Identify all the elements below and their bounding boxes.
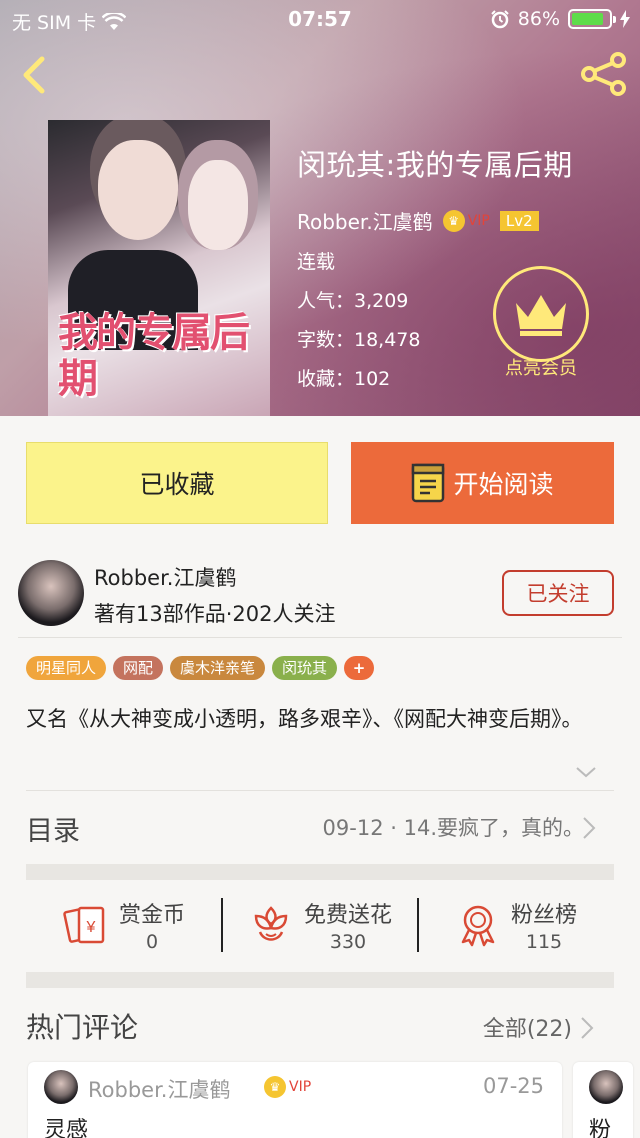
cover-figure-left [98,140,178,240]
send-flower-value: 330 [329,931,367,953]
follow-button[interactable]: 已关注 [502,570,614,616]
member-label: 点亮会员 [505,358,577,379]
comment-card[interactable]: Robber.江虞鹤 ♛ VIP 07-25 灵感 [28,1062,562,1138]
share-icon [581,52,626,96]
add-tag-button[interactable]: + [344,656,375,680]
reward-coins-label: 赏金币 [118,903,185,928]
collect-button[interactable]: 已收藏 [26,442,328,524]
comment-date: 07-25 [482,1074,544,1098]
tag[interactable]: 虞木洋亲笔 [170,656,266,680]
reward-coins-value: 0 [145,931,159,953]
chevron-right-icon[interactable] [580,1016,594,1040]
red-envelope-icon: ¥ [63,906,105,944]
crown-icon: ♛ [442,209,465,232]
section-separator [26,864,614,880]
latest-chapter[interactable]: 09-12 · 14.要疯了，真的。 [323,812,584,842]
catalog-row[interactable]: 目录 09-12 · 14.要疯了，真的。 [26,794,614,862]
book-author-row: Robber.江虞鹤 ♛ VIP Lv2 [297,206,573,235]
divider [26,790,614,791]
book-title: 闵玧其:我的专属后期 [297,148,573,182]
battery-icon [568,9,616,29]
tag[interactable]: 闵玧其 [272,656,338,680]
fan-ranking-button[interactable]: 粉丝榜 115 [418,880,614,970]
reward-coins-button[interactable]: ¥ 赏金币 0 [26,880,222,970]
back-button[interactable] [18,55,54,95]
section-separator [26,972,614,988]
vip-label: VIP [289,1079,312,1095]
crown-icon [516,295,566,336]
author-name[interactable]: Robber.江虞鹤 [94,562,236,592]
svg-text:¥: ¥ [86,919,96,936]
hot-comments-label: 热门评论 [26,1011,139,1044]
share-button[interactable] [580,52,628,96]
member-button[interactable]: 点亮会员 [492,266,590,384]
all-comments-link[interactable]: 全部(22) [483,1011,572,1043]
alarm-icon [491,10,509,29]
comment-card[interactable]: 粉 [573,1062,633,1138]
collect-label: 已收藏 [139,470,215,499]
cover-figure-right [188,160,248,250]
hot-comments-header: 热门评论 全部(22) [26,1002,614,1048]
chevron-down-icon[interactable] [574,764,598,780]
separator [417,898,419,952]
fan-ranking-value: 115 [525,931,563,953]
author-card[interactable]: Robber.江虞鹤 著有13部作品·202人关注 已关注 [18,558,622,638]
comment-author[interactable]: Robber.江虞鹤 [88,1074,230,1104]
member-crown-circle [493,266,589,362]
avatar[interactable] [44,1070,78,1104]
book-header: 无 SIM 卡 07:57 86% 我的专属后期 闵玧其:我的专属后期 Robb… [0,0,640,416]
chevron-right-icon [583,817,596,839]
crown-icon: ♛ [264,1076,286,1098]
author-stats: 著有13部作品·202人关注 [94,602,336,626]
status-bar: 无 SIM 卡 07:57 86% [0,0,640,40]
tag[interactable]: 明星同人 [26,656,107,680]
catalog-label: 目录 [26,816,80,847]
send-flower-button[interactable]: 免费送花 330 [222,880,418,970]
fan-ranking-label: 粉丝榜 [510,903,577,928]
send-flower-label: 免费送花 [303,903,392,928]
chevron-left-icon [23,56,45,94]
avatar[interactable] [589,1070,623,1104]
reward-bar: ¥ 赏金币 0 免费送花 330 粉丝榜 115 [26,880,614,970]
avatar[interactable] [18,560,84,626]
vip-label: VIP [467,212,490,229]
cover-title: 我的专属后期 [58,309,250,402]
tag-list: 明星同人 网配 虞木洋亲笔 闵玧其 + [26,656,375,680]
follow-label: 已关注 [526,582,590,606]
comment-text: 灵感 [44,1118,89,1138]
comment-text: 粉 [589,1118,612,1138]
vip-badge: ♛ VIP [264,1076,311,1098]
book-author[interactable]: Robber.江虞鹤 [297,206,433,235]
charging-icon [620,10,630,28]
tag[interactable]: 网配 [113,656,164,680]
battery-percent: 86% [517,8,560,30]
book-description: 又名《从大神变成小透明，路多艰辛》、《网配大神变后期》。 [26,707,583,731]
vip-badge: ♛ VIP [442,209,490,232]
start-reading-label: 开始阅读 [453,470,554,499]
medal-icon [461,905,495,947]
separator [221,898,223,952]
book-cover[interactable]: 我的专属后期 [48,120,270,416]
flower-icon [254,906,288,941]
book-icon [412,463,445,503]
start-reading-button[interactable]: 开始阅读 [351,442,614,524]
level-badge: Lv2 [499,210,539,231]
